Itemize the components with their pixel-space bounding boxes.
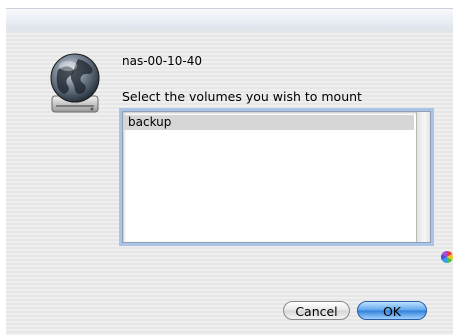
network-globe-server-icon xyxy=(42,48,108,118)
mount-prompt-label: Select the volumes you wish to mount xyxy=(122,89,362,104)
window-title-bar xyxy=(6,8,453,32)
ok-button[interactable]: OK xyxy=(357,301,427,320)
server-host-name: nas-00-10-40 xyxy=(122,54,203,68)
cancel-button[interactable]: Cancel xyxy=(283,301,350,320)
volume-list[interactable]: backup xyxy=(122,111,431,243)
color-wheel-icon xyxy=(440,248,453,263)
mount-volume-dialog: nas-00-10-40 Select the volumes you wish… xyxy=(0,0,453,335)
vertical-scrollbar[interactable] xyxy=(416,112,430,242)
list-item[interactable]: backup xyxy=(124,115,414,130)
